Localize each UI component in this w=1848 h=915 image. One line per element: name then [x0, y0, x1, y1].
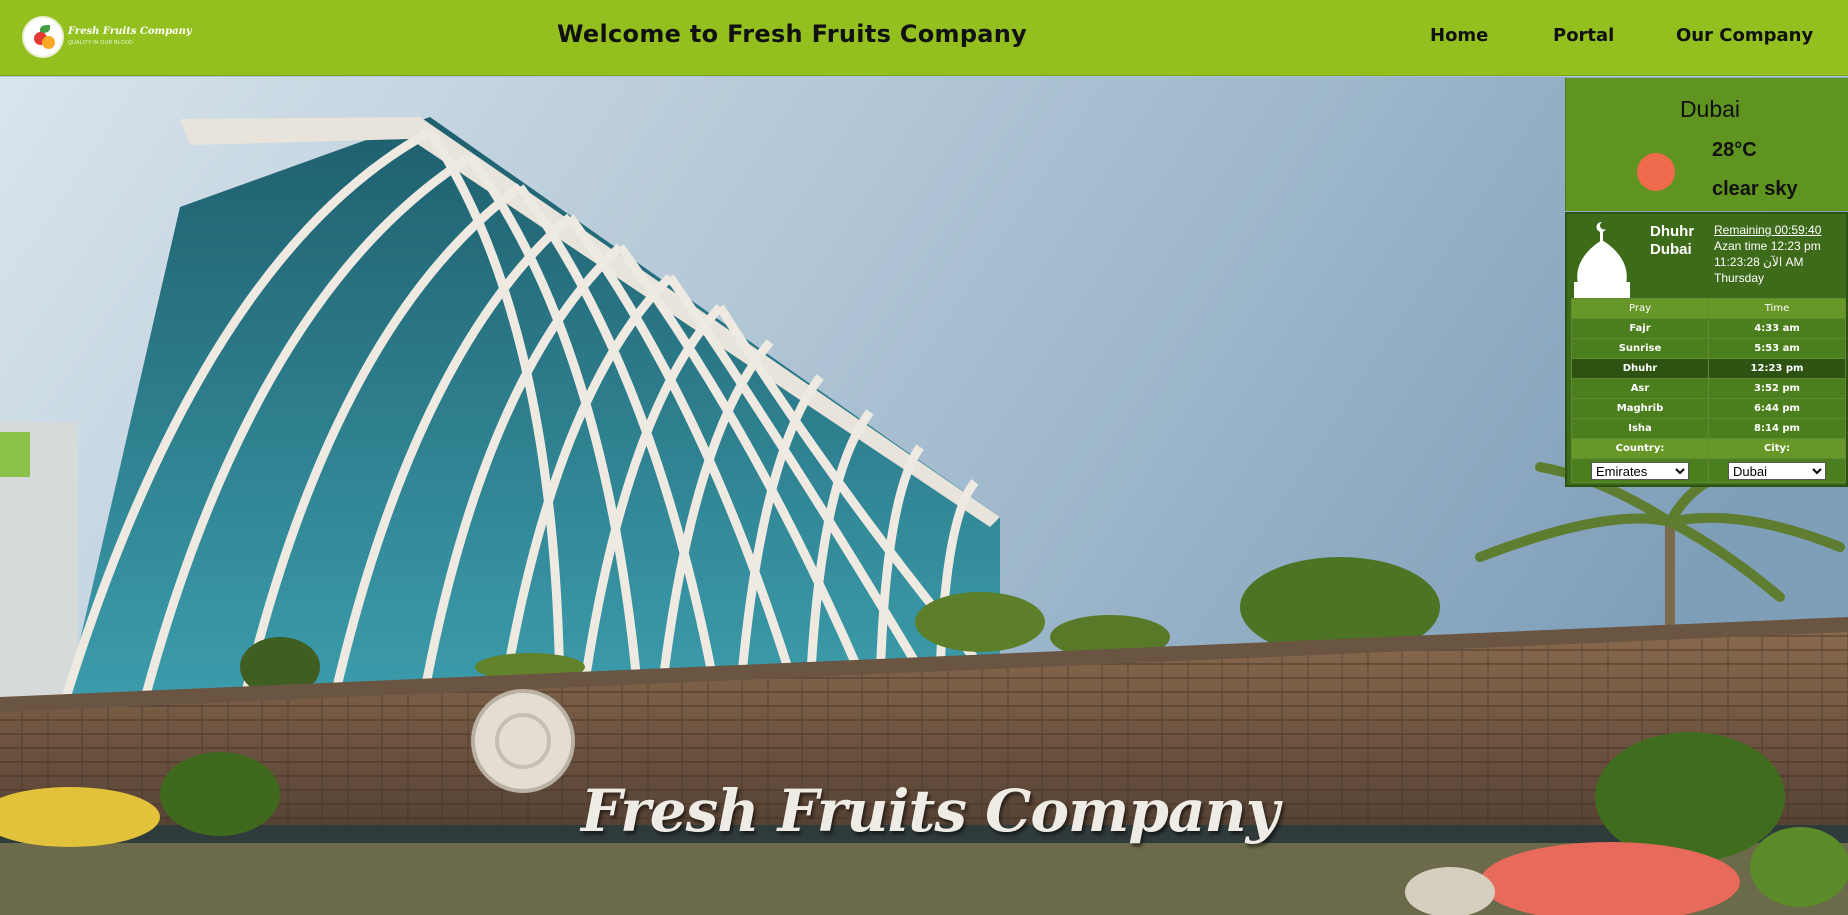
prayer-name-cell: Asr — [1571, 378, 1709, 399]
table-row: Sunrise 5:53 am — [1571, 338, 1846, 359]
city-select[interactable]: Dubai — [1728, 461, 1826, 480]
prayer-info: Remaining 00:59:40 Azan time 12:23 pm 11… — [1714, 222, 1821, 286]
prayer-time-cell: 8:14 pm — [1708, 418, 1846, 439]
page-title: Welcome to Fresh Fruits Company — [557, 20, 1028, 48]
prayer-time-cell: 5:53 am — [1708, 338, 1846, 359]
table-row-active: Dhuhr 12:23 pm — [1571, 358, 1846, 379]
azan-time: Azan time 12:23 pm — [1714, 239, 1821, 253]
hero-sign-text: Fresh Fruits Company — [581, 777, 1279, 845]
prayer-times-table: Pray Time Fajr 4:33 am Sunrise 5:53 am D… — [1571, 298, 1846, 483]
company-logo[interactable]: Fresh Fruits Company QUALITY IN OUR BLOO… — [22, 16, 192, 58]
prayer-name-cell: Isha — [1571, 418, 1709, 439]
table-row: Asr 3:52 pm — [1571, 378, 1846, 399]
sun-icon — [1637, 153, 1675, 191]
nav-home-link[interactable]: Home — [1430, 25, 1488, 46]
pray-column-header: Pray — [1571, 298, 1709, 319]
time-column-header: Time — [1708, 298, 1846, 319]
weather-city: Dubai — [1679, 96, 1741, 122]
prayer-name-cell: Fajr — [1571, 318, 1709, 339]
country-select-cell: Emirates — [1571, 458, 1709, 483]
current-prayer-name: Dhuhr — [1650, 223, 1695, 240]
prayer-time-cell: 12:23 pm — [1708, 358, 1846, 379]
country-select[interactable]: Emirates — [1591, 461, 1689, 480]
mosque-icon — [1574, 221, 1630, 302]
prayer-time-cell: 3:52 pm — [1708, 378, 1846, 399]
fruit-logo-icon — [22, 16, 64, 58]
table-row: Isha 8:14 pm — [1571, 418, 1846, 439]
country-label: Country: — [1571, 438, 1709, 459]
remaining-time[interactable]: Remaining 00:59:40 — [1714, 222, 1821, 238]
selector-labels-row: Country: City: — [1571, 438, 1846, 459]
table-row: Fajr 4:33 am — [1571, 318, 1846, 339]
site-header: Fresh Fruits Company QUALITY IN OUR BLOO… — [0, 0, 1848, 76]
selector-row: Emirates Dubai — [1571, 458, 1846, 483]
prayer-time-cell: 4:33 am — [1708, 318, 1846, 339]
logo-name: Fresh Fruits Company — [68, 26, 192, 37]
logo-tagline: QUALITY IN OUR BLOOD — [68, 40, 134, 46]
table-row: Maghrib 6:44 pm — [1571, 398, 1846, 419]
prayer-name-cell: Dhuhr — [1571, 358, 1709, 379]
nav-portal-link[interactable]: Portal — [1553, 25, 1614, 46]
prayer-name-cell: Maghrib — [1571, 398, 1709, 419]
prayer-city: Dubai — [1650, 241, 1692, 258]
current-time: 11:23:28 الآن AM — [1714, 255, 1804, 269]
prayer-time-cell: 6:44 pm — [1708, 398, 1846, 419]
city-label: City: — [1708, 438, 1846, 459]
weather-widget: Dubai 28°C clear sky — [1565, 78, 1848, 211]
prayer-name-cell: Sunrise — [1571, 338, 1709, 359]
weather-temperature: 28°C — [1712, 139, 1757, 161]
nav-our-company-link[interactable]: Our Company — [1676, 25, 1813, 46]
weekday: Thursday — [1714, 271, 1765, 285]
weather-description: clear sky — [1712, 178, 1798, 200]
prayer-times-widget: Dhuhr Dubai Remaining 00:59:40 Azan time… — [1565, 212, 1848, 487]
city-select-cell: Dubai — [1708, 458, 1846, 483]
